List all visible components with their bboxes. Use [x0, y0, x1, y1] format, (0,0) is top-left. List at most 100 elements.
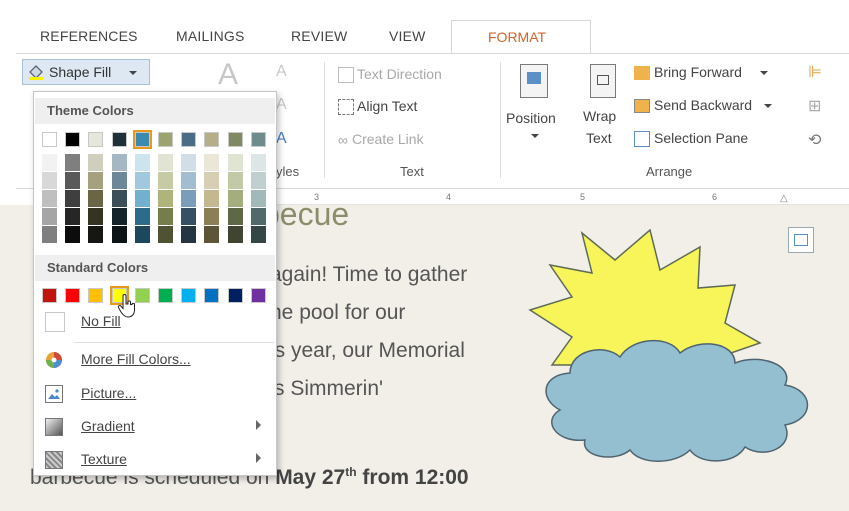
- theme-shade-swatch[interactable]: [65, 226, 81, 243]
- theme-shade-swatch[interactable]: [134, 226, 150, 243]
- theme-shade-swatch[interactable]: [227, 190, 243, 207]
- theme-shade-swatch[interactable]: [111, 154, 127, 171]
- wordart-style-icon[interactable]: A: [218, 58, 238, 92]
- text-effects-icon[interactable]: A: [276, 130, 287, 148]
- standard-color-swatch[interactable]: [250, 288, 266, 303]
- theme-color-swatch[interactable]: [181, 132, 197, 147]
- theme-shade-swatch[interactable]: [65, 208, 81, 225]
- theme-color-swatch[interactable]: [227, 132, 243, 147]
- align-objects-icon[interactable]: ⊫: [808, 62, 822, 82]
- theme-shade-swatch[interactable]: [250, 154, 266, 171]
- more-fill-colors-item[interactable]: More Fill Colors...: [35, 345, 275, 375]
- standard-color-swatch[interactable]: [134, 288, 150, 303]
- theme-color-swatch[interactable]: [250, 132, 266, 147]
- theme-shade-swatch[interactable]: [204, 190, 220, 207]
- theme-shade-swatch[interactable]: [250, 208, 266, 225]
- tab-review[interactable]: REVIEW: [291, 28, 347, 44]
- theme-color-swatch[interactable]: [42, 132, 57, 147]
- text-fill-icon[interactable]: A: [276, 63, 287, 81]
- theme-shade-swatch[interactable]: [88, 226, 104, 243]
- standard-color-swatch[interactable]: [88, 288, 104, 303]
- theme-shade-swatch[interactable]: [227, 154, 243, 171]
- theme-shade-swatch[interactable]: [88, 172, 104, 189]
- indent-marker-icon[interactable]: △: [780, 193, 788, 204]
- theme-color-swatch[interactable]: [204, 132, 220, 147]
- theme-color-swatch[interactable]: [65, 132, 81, 147]
- picture-fill-item[interactable]: Picture...: [35, 379, 275, 409]
- theme-shade-swatch[interactable]: [88, 154, 104, 171]
- theme-shade-swatch[interactable]: [65, 190, 81, 207]
- theme-shade-swatch[interactable]: [65, 172, 81, 189]
- theme-shade-swatch[interactable]: [227, 172, 243, 189]
- theme-shade-swatch[interactable]: [134, 172, 150, 189]
- send-backward-button[interactable]: Send Backward: [634, 97, 772, 114]
- texture-fill-item[interactable]: Texture: [35, 445, 275, 475]
- standard-color-swatch[interactable]: [227, 288, 243, 303]
- theme-color-swatch[interactable]: [111, 132, 127, 147]
- bring-forward-button[interactable]: Bring Forward: [634, 64, 768, 81]
- text-direction-button[interactable]: Text Direction: [338, 66, 442, 84]
- gradient-fill-item[interactable]: Gradient: [35, 412, 275, 442]
- rotate-objects-icon[interactable]: ⟲: [808, 130, 821, 150]
- tab-format[interactable]: FORMAT: [451, 20, 591, 54]
- shape-fill-button[interactable]: Shape Fill: [22, 59, 150, 85]
- theme-shade-swatch[interactable]: [227, 208, 243, 225]
- theme-shade-swatch[interactable]: [134, 154, 150, 171]
- theme-shade-swatch[interactable]: [204, 208, 220, 225]
- tab-mailings[interactable]: MAILINGS: [176, 28, 245, 44]
- theme-shade-swatch[interactable]: [42, 226, 57, 243]
- theme-shade-swatch[interactable]: [227, 226, 243, 243]
- theme-shade-swatch[interactable]: [250, 172, 266, 189]
- theme-shade-swatch[interactable]: [181, 208, 197, 225]
- text-outline-icon[interactable]: A: [276, 96, 287, 114]
- theme-shade-swatch[interactable]: [88, 208, 104, 225]
- create-link-button[interactable]: ∞ Create Link: [338, 131, 424, 148]
- standard-color-swatch[interactable]: [65, 288, 81, 303]
- theme-shade-swatch[interactable]: [134, 190, 150, 207]
- wrap-text-button[interactable]: Wrap Text: [580, 62, 630, 154]
- theme-shade-swatch[interactable]: [158, 172, 173, 189]
- theme-shade-swatch[interactable]: [111, 190, 127, 207]
- theme-shade-swatch[interactable]: [111, 226, 127, 243]
- theme-shade-swatch[interactable]: [42, 190, 57, 207]
- align-text-button[interactable]: Align Text: [338, 98, 418, 116]
- theme-shade-swatch[interactable]: [88, 190, 104, 207]
- theme-shade-swatch[interactable]: [250, 226, 266, 243]
- theme-shade-swatch[interactable]: [158, 226, 173, 243]
- theme-shade-swatch[interactable]: [42, 172, 57, 189]
- theme-shade-swatch[interactable]: [158, 154, 173, 171]
- standard-color-swatch[interactable]: [158, 288, 173, 303]
- theme-shade-swatch[interactable]: [42, 154, 57, 171]
- theme-color-swatch[interactable]: [158, 132, 173, 147]
- theme-shade-swatch[interactable]: [42, 208, 57, 225]
- standard-color-swatch[interactable]: [42, 288, 57, 303]
- standard-color-swatch[interactable]: [204, 288, 220, 303]
- tab-references[interactable]: REFERENCES: [40, 28, 138, 44]
- theme-shade-swatch[interactable]: [181, 172, 197, 189]
- theme-shade-swatch[interactable]: [111, 208, 127, 225]
- theme-shade-swatch[interactable]: [181, 226, 197, 243]
- selection-pane-button[interactable]: Selection Pane: [634, 130, 748, 148]
- position-button[interactable]: Position: [506, 62, 566, 154]
- theme-shade-swatch[interactable]: [204, 154, 220, 171]
- theme-shade-swatch[interactable]: [181, 154, 197, 171]
- align-text-label: Align Text: [357, 98, 418, 114]
- standard-color-swatch[interactable]: [181, 288, 197, 303]
- theme-shade-swatch[interactable]: [158, 190, 173, 207]
- theme-shade-swatch[interactable]: [204, 172, 220, 189]
- submenu-arrow-icon: [256, 420, 261, 430]
- theme-shade-swatch[interactable]: [65, 154, 81, 171]
- theme-color-swatch[interactable]: [132, 130, 152, 149]
- theme-color-swatch[interactable]: [88, 132, 104, 147]
- sun-cloud-shapes[interactable]: [520, 225, 830, 485]
- theme-shade-swatch[interactable]: [111, 172, 127, 189]
- theme-shade-swatch[interactable]: [158, 208, 173, 225]
- body-line: is year, our Memorial: [270, 339, 465, 362]
- theme-shade-swatch[interactable]: [134, 208, 150, 225]
- group-objects-icon[interactable]: ⊞: [808, 96, 821, 116]
- theme-shade-swatch[interactable]: [204, 226, 220, 243]
- no-fill-item[interactable]: No Fill: [35, 307, 275, 337]
- theme-shade-swatch[interactable]: [181, 190, 197, 207]
- theme-shade-swatch[interactable]: [250, 190, 266, 207]
- tab-view[interactable]: VIEW: [389, 28, 426, 44]
